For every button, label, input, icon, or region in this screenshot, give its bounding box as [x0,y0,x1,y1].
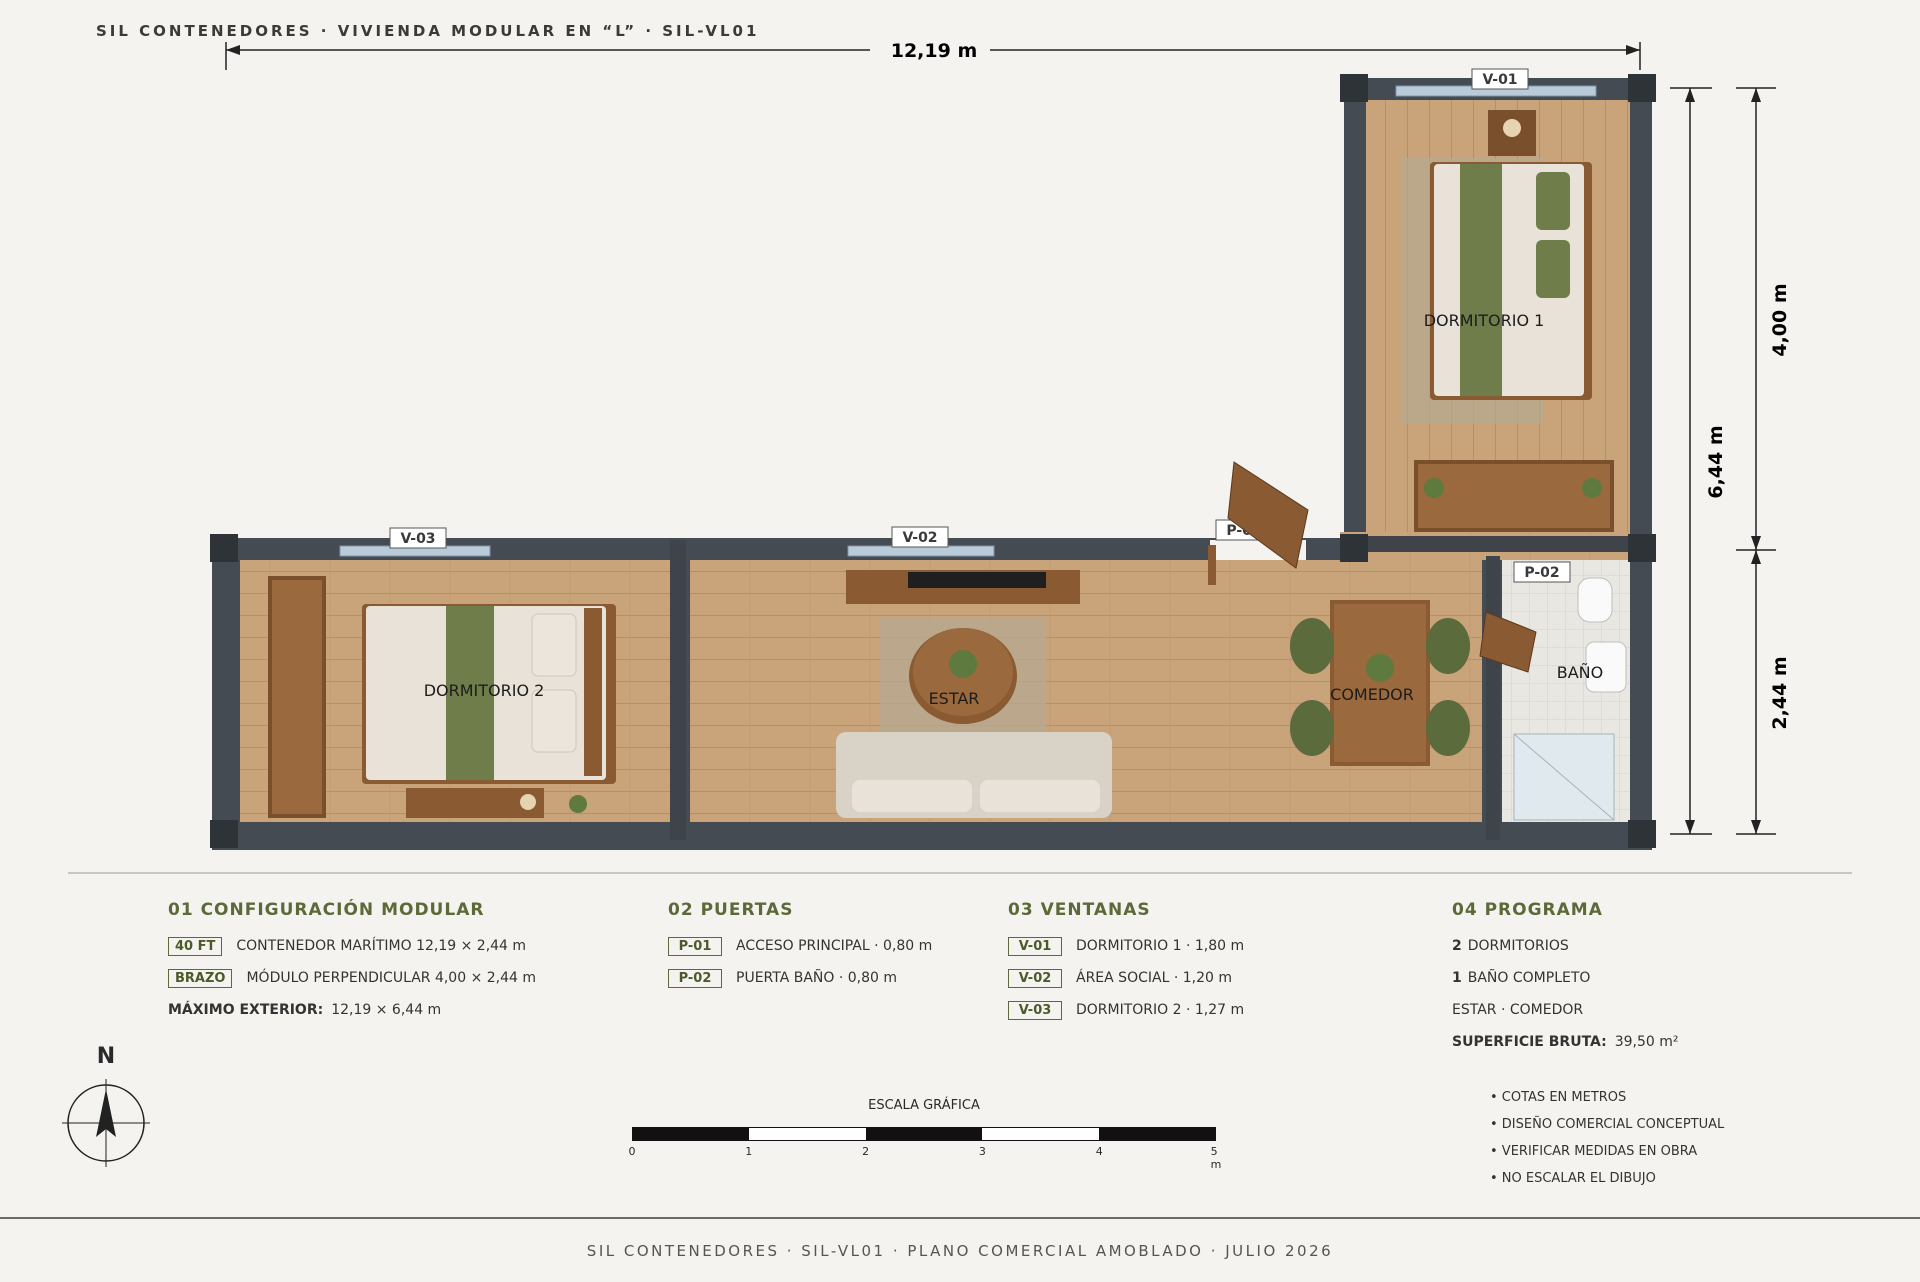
label-estar: ESTAR [929,689,980,708]
door-row: P-02 PUERTA BAÑO · 0,80 m [668,962,932,994]
dimension-verticals: 6,44 m 4,00 m 2,44 m [1670,87,1791,835]
footer: SIL CONTENEDORES · SIL-VL01 · PLANO COME… [0,1217,1920,1282]
program-count: 2 [1452,938,1462,954]
config-text: CONTENEDOR MARÍTIMO 12,19 × 2,44 m [236,938,527,954]
notes-list: • COTAS EN METROS • DISEÑO COMERCIAL CON… [1490,1090,1724,1198]
window-tag: V-03 [1008,1000,1062,1020]
program-text: BAÑO COMPLETO [1467,970,1591,986]
config-tag: BRAZO [168,968,233,988]
program-text: DORMITORIOS [1467,938,1569,954]
tag-p02: P-02 [1524,565,1559,581]
scale-tick: 4 [1095,1145,1103,1158]
section-config: 01 CONFIGURACIÓN MODULAR 40 FT CONTENEDO… [168,900,536,1026]
config-max-row: MÁXIMO EXTERIOR: 12,19 × 6,44 m [168,994,536,1026]
note-item: • DISEÑO COMERCIAL CONCEPTUAL [1490,1117,1725,1132]
config-tag: 40 FT [168,936,223,956]
dim-arm-text: 4,00 m [1769,283,1791,356]
footer-text: SIL CONTENEDORES · SIL-VL01 · PLANO COME… [586,1241,1334,1260]
dim-width-text: 12,19 m [891,40,978,62]
section-program-title: 04 PROGRAMA [1452,900,1603,920]
section-program: 04 PROGRAMA 2 DORMITORIOS 1 BAÑO COMPLET… [1452,900,1679,1058]
north-arrow: N [58,1044,154,1175]
partition-wall-bano [1486,556,1500,840]
program-text: ESTAR · COMEDOR [1452,1002,1584,1018]
compass-icon [62,1079,150,1167]
window-text: DORMITORIO 1 · 1,80 m [1076,938,1245,954]
dim-depth-text: 6,44 m [1705,425,1727,498]
config-row: 40 FT CONTENEDOR MARÍTIMO 12,19 × 2,44 m [168,930,536,962]
section-doors-title: 02 PUERTAS [668,900,794,920]
scale-tick: 3 [978,1145,986,1158]
note-item: • NO ESCALAR EL DIBUJO [1490,1171,1656,1186]
config-text: MÓDULO PERPENDICULAR 4,00 × 2,44 m [246,970,537,986]
window-tag: V-02 [1008,968,1062,988]
scale-tick: 0 [628,1145,636,1158]
graphic-scale: ESCALA GRÁFICA 0 1 2 3 4 5 m [628,1098,1222,1171]
door-tag: P-01 [668,936,722,956]
label-bano: BAÑO [1557,663,1603,682]
dim-module-text: 2,44 m [1769,656,1791,729]
config-max-label: MÁXIMO EXTERIOR: [168,1002,324,1018]
tag-v03: V-03 [400,531,435,547]
program-row: ESTAR · COMEDOR [1452,994,1679,1026]
program-row: 1 BAÑO COMPLETO [1452,962,1679,994]
section-config-title: 01 CONFIGURACIÓN MODULAR [168,900,485,920]
section-doors: 02 PUERTAS P-01 ACCESO PRINCIPAL · 0,80 … [668,900,932,994]
tag-v02: V-02 [902,530,937,546]
program-area-row: SUPERFICIE BRUTA: 39,50 m² [1452,1026,1679,1058]
section-windows-title: 03 VENTANAS [1008,900,1151,920]
floor-plan: 12,19 m 6,44 m 4,00 m 2,44 m V-03 V-02 V… [68,36,1852,874]
scale-bar [632,1127,1216,1141]
config-row: BRAZO MÓDULO PERPENDICULAR 4,00 × 2,44 m [168,962,536,994]
window-row: V-02 ÁREA SOCIAL · 1,20 m [1008,962,1244,994]
window-text: ÁREA SOCIAL · 1,20 m [1076,970,1232,986]
program-row: 2 DORMITORIOS [1452,930,1679,962]
scale-title: ESCALA GRÁFICA [868,1098,980,1113]
scale-tick: 1 [745,1145,753,1158]
window-row: V-01 DORMITORIO 1 · 1,80 m [1008,930,1244,962]
north-label: N [96,1044,116,1069]
partition-wall [670,540,686,840]
config-max-value: 12,19 × 6,44 m [331,1002,442,1018]
window-row: V-03 DORMITORIO 2 · 1,27 m [1008,994,1244,1026]
door-text: PUERTA BAÑO · 0,80 m [736,970,898,986]
program-count: 1 [1452,970,1462,986]
scale-tick: 5 m [1210,1145,1222,1171]
window-text: DORMITORIO 2 · 1,27 m [1076,1002,1245,1018]
area-value: 39,50 m² [1614,1034,1679,1050]
dimension-total-width: 12,19 m [225,36,1641,70]
door-tag: P-02 [668,968,722,988]
tag-v01: V-01 [1482,72,1517,88]
scale-tick: 2 [862,1145,870,1158]
note-item: • COTAS EN METROS [1490,1090,1627,1105]
section-windows: 03 VENTANAS V-01 DORMITORIO 1 · 1,80 m V… [1008,900,1244,1026]
door-row: P-01 ACCESO PRINCIPAL · 0,80 m [668,930,932,962]
window-tag: V-01 [1008,936,1062,956]
door-text: ACCESO PRINCIPAL · 0,80 m [736,938,933,954]
label-comedor: COMEDOR [1330,685,1414,704]
note-item: • VERIFICAR MEDIDAS EN OBRA [1490,1144,1698,1159]
label-dormitorio-1: DORMITORIO 1 [1424,311,1545,330]
label-dormitorio-2: DORMITORIO 2 [424,681,545,700]
area-label: SUPERFICIE BRUTA: [1452,1034,1607,1050]
